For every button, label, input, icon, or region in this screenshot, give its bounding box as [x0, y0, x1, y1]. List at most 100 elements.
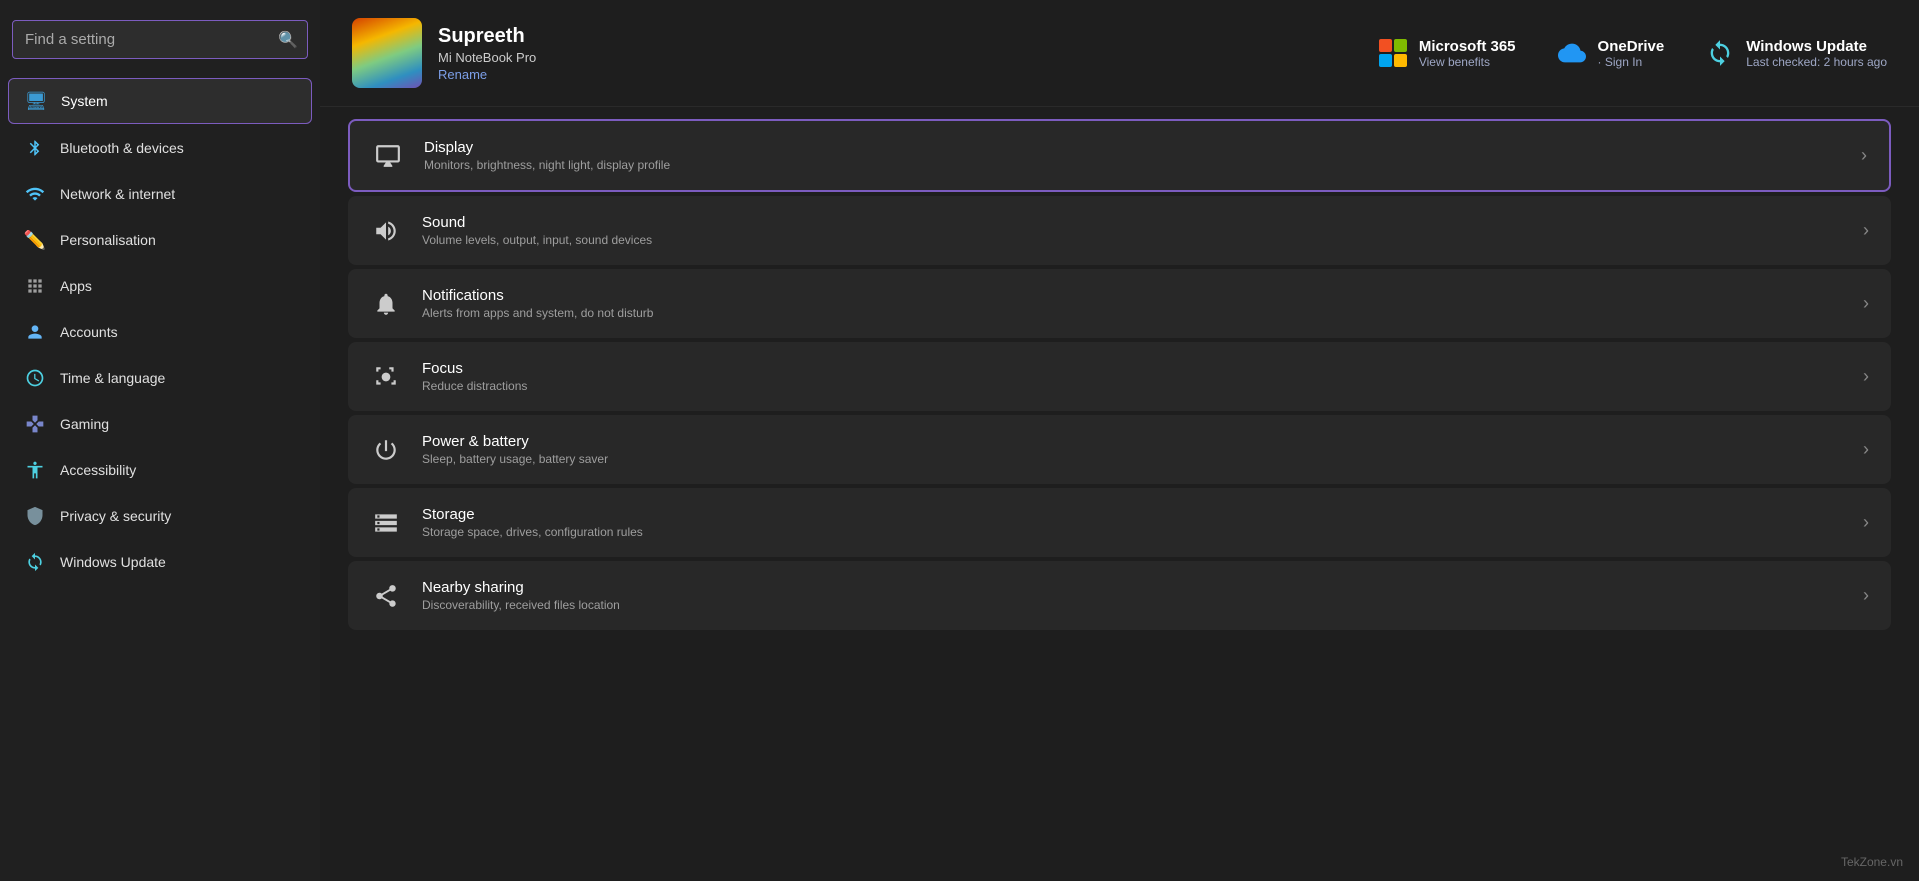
- storage-subtitle: Storage space, drives, configuration rul…: [422, 525, 1843, 539]
- storage-icon: [370, 507, 402, 539]
- user-device: Mi NoteBook Pro: [438, 50, 536, 65]
- winupdate-text: Windows Update Last checked: 2 hours ago: [1746, 38, 1887, 69]
- power-text: Power & battery Sleep, battery usage, ba…: [422, 433, 1843, 466]
- notifications-icon: [370, 288, 402, 320]
- main-content: Supreeth Mi NoteBook Pro Rename: [320, 0, 1919, 881]
- onedrive-icon: [1556, 37, 1588, 69]
- wifi-icon: [24, 183, 46, 205]
- setting-display[interactable]: Display Monitors, brightness, night ligh…: [348, 119, 1891, 192]
- winupdate-action[interactable]: Windows Update Last checked: 2 hours ago: [1704, 37, 1887, 69]
- sound-title: Sound: [422, 214, 1843, 231]
- sidebar-item-system[interactable]: 🖥 System: [8, 78, 312, 124]
- ms365-action[interactable]: Microsoft 365 View benefits: [1377, 37, 1516, 69]
- bluetooth-icon: [24, 137, 46, 159]
- rename-link[interactable]: Rename: [438, 67, 536, 82]
- user-name: Supreeth: [438, 25, 536, 48]
- sidebar-item-bluetooth[interactable]: Bluetooth & devices: [8, 126, 312, 170]
- notifications-text: Notifications Alerts from apps and syste…: [422, 287, 1843, 320]
- sound-chevron: ›: [1863, 220, 1869, 241]
- user-section: Supreeth Mi NoteBook Pro Rename: [352, 18, 536, 88]
- app-container: 🔍 🖥 System Bluetooth & devices Network &: [0, 0, 1919, 881]
- notifications-title: Notifications: [422, 287, 1843, 304]
- sidebar-label-time: Time & language: [60, 370, 165, 386]
- ms365-subtitle: View benefits: [1419, 55, 1516, 69]
- onedrive-subtitle: · Sign In: [1598, 55, 1665, 69]
- sidebar-item-privacy[interactable]: Privacy & security: [8, 494, 312, 538]
- sidebar-label-privacy: Privacy & security: [60, 508, 171, 524]
- accounts-icon: [24, 321, 46, 343]
- time-icon: [24, 367, 46, 389]
- winupdate-topbar-subtitle: Last checked: 2 hours ago: [1746, 55, 1887, 69]
- user-info: Supreeth Mi NoteBook Pro Rename: [438, 25, 536, 82]
- setting-notifications[interactable]: Notifications Alerts from apps and syste…: [348, 269, 1891, 338]
- nearby-text: Nearby sharing Discoverability, received…: [422, 579, 1843, 612]
- storage-title: Storage: [422, 506, 1843, 523]
- top-actions: Microsoft 365 View benefits OneDrive · S…: [1377, 37, 1887, 69]
- nearby-title: Nearby sharing: [422, 579, 1843, 596]
- privacy-icon: [24, 505, 46, 527]
- display-title: Display: [424, 139, 1841, 156]
- system-icon: 🖥: [25, 90, 47, 112]
- display-text: Display Monitors, brightness, night ligh…: [424, 139, 1841, 172]
- winupdate-topbar-title: Windows Update: [1746, 38, 1887, 55]
- focus-text: Focus Reduce distractions: [422, 360, 1843, 393]
- sidebar-item-network[interactable]: Network & internet: [8, 172, 312, 216]
- ms365-text: Microsoft 365 View benefits: [1419, 38, 1516, 69]
- sidebar-item-accounts[interactable]: Accounts: [8, 310, 312, 354]
- setting-sound[interactable]: Sound Volume levels, output, input, soun…: [348, 196, 1891, 265]
- focus-icon: [370, 361, 402, 393]
- display-chevron: ›: [1861, 145, 1867, 166]
- search-container: 🔍: [12, 20, 308, 59]
- sidebar-label-personalisation: Personalisation: [60, 232, 156, 248]
- watermark: TekZone.vn: [1841, 855, 1903, 869]
- winupdate-topbar-icon: [1704, 37, 1736, 69]
- sidebar-label-bluetooth: Bluetooth & devices: [60, 140, 184, 156]
- display-subtitle: Monitors, brightness, night light, displ…: [424, 158, 1841, 172]
- accessibility-icon: [24, 459, 46, 481]
- nearby-subtitle: Discoverability, received files location: [422, 598, 1843, 612]
- setting-nearby[interactable]: Nearby sharing Discoverability, received…: [348, 561, 1891, 630]
- sidebar-label-winupdate: Windows Update: [60, 554, 166, 570]
- personalisation-icon: ✏️: [24, 229, 46, 251]
- sidebar-label-system: System: [61, 93, 108, 109]
- avatar: [352, 18, 422, 88]
- focus-chevron: ›: [1863, 366, 1869, 387]
- ms365-icon: [1377, 37, 1409, 69]
- notifications-chevron: ›: [1863, 293, 1869, 314]
- setting-power[interactable]: Power & battery Sleep, battery usage, ba…: [348, 415, 1891, 484]
- ms365-title: Microsoft 365: [1419, 38, 1516, 55]
- power-title: Power & battery: [422, 433, 1843, 450]
- sidebar-item-accessibility[interactable]: Accessibility: [8, 448, 312, 492]
- sidebar-label-gaming: Gaming: [60, 416, 109, 432]
- sidebar-item-gaming[interactable]: Gaming: [8, 402, 312, 446]
- notifications-subtitle: Alerts from apps and system, do not dist…: [422, 306, 1843, 320]
- storage-text: Storage Storage space, drives, configura…: [422, 506, 1843, 539]
- top-bar: Supreeth Mi NoteBook Pro Rename: [320, 0, 1919, 107]
- sidebar-item-apps[interactable]: Apps: [8, 264, 312, 308]
- setting-storage[interactable]: Storage Storage space, drives, configura…: [348, 488, 1891, 557]
- nearby-chevron: ›: [1863, 585, 1869, 606]
- onedrive-text: OneDrive · Sign In: [1598, 38, 1665, 69]
- sound-text: Sound Volume levels, output, input, soun…: [422, 214, 1843, 247]
- winupdate-icon: [24, 551, 46, 573]
- gaming-icon: [24, 413, 46, 435]
- search-input[interactable]: [12, 20, 308, 59]
- sidebar-item-time[interactable]: Time & language: [8, 356, 312, 400]
- focus-title: Focus: [422, 360, 1843, 377]
- settings-list: Display Monitors, brightness, night ligh…: [320, 107, 1919, 646]
- search-icon: 🔍: [278, 30, 298, 50]
- sidebar-label-accounts: Accounts: [60, 324, 118, 340]
- storage-chevron: ›: [1863, 512, 1869, 533]
- focus-subtitle: Reduce distractions: [422, 379, 1843, 393]
- sidebar-label-accessibility: Accessibility: [60, 462, 136, 478]
- sidebar: 🔍 🖥 System Bluetooth & devices Network &: [0, 0, 320, 881]
- sidebar-item-personalisation[interactable]: ✏️ Personalisation: [8, 218, 312, 262]
- power-icon: [370, 434, 402, 466]
- apps-icon: [24, 275, 46, 297]
- sidebar-item-winupdate[interactable]: Windows Update: [8, 540, 312, 584]
- power-subtitle: Sleep, battery usage, battery saver: [422, 452, 1843, 466]
- onedrive-action[interactable]: OneDrive · Sign In: [1556, 37, 1665, 69]
- setting-focus[interactable]: Focus Reduce distractions ›: [348, 342, 1891, 411]
- sidebar-label-network: Network & internet: [60, 186, 175, 202]
- nearby-icon: [370, 580, 402, 612]
